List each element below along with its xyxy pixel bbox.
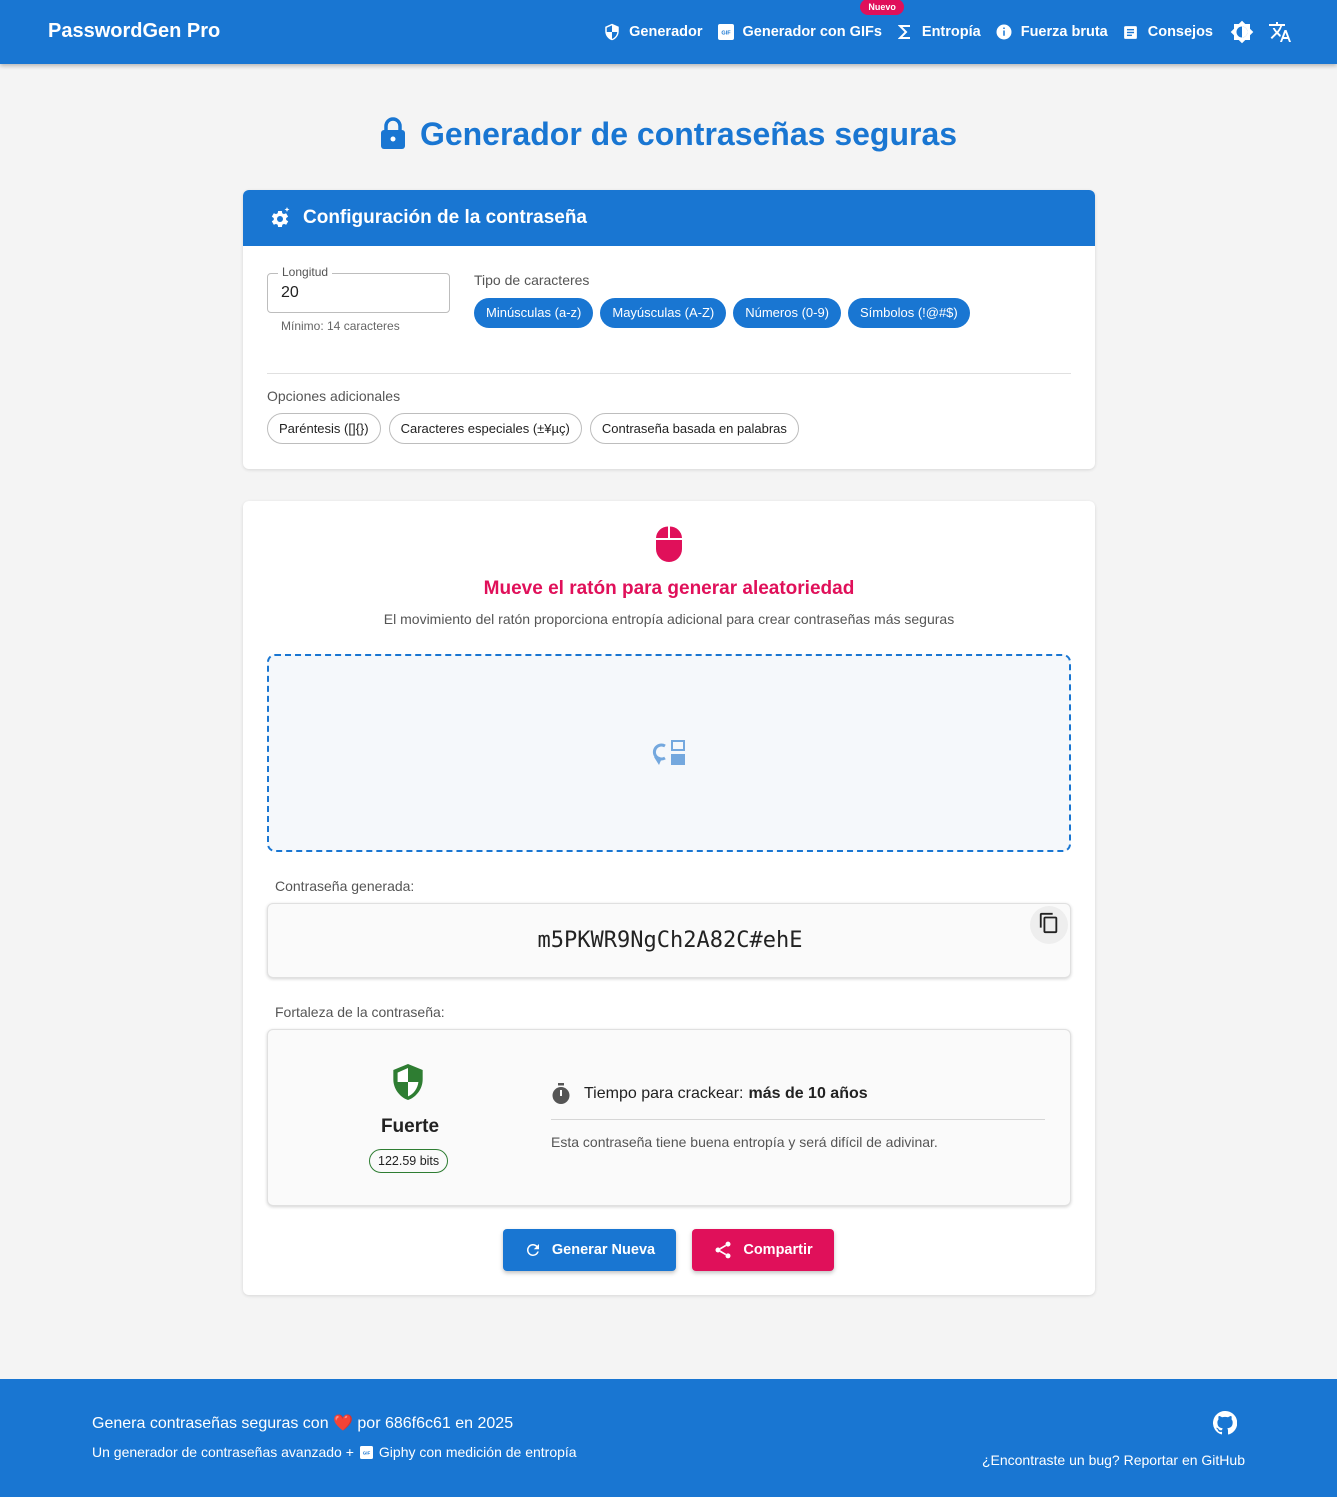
crack-time-row: Tiempo para crackear: más de 10 años [551,1083,868,1105]
config-card-header: Configuración de la contraseña [243,190,1095,246]
page-title-text: Generador de contraseñas seguras [419,116,958,152]
nav-label: Generador con GIFs [742,24,882,40]
new-badge: Nuevo [860,0,904,15]
length-value[interactable]: 20 [281,284,299,302]
nav-item-consejos[interactable]: Consejos [1122,23,1213,41]
gif-icon: GIF [717,23,735,41]
info-icon [995,23,1013,41]
strength-description: Esta contraseña tiene buena entropía y s… [551,1134,938,1150]
nav-label: Fuerza bruta [1020,24,1108,40]
footer-desc-suffix: Giphy con medición de entropía [378,1444,577,1460]
settings-sparkle-icon [267,206,291,230]
chip-special-chars[interactable]: Caracteres especiales (±¥µç) [388,413,582,444]
entropy-title: Mueve el ratón para generar aleatoriedad [483,578,855,599]
password-box: m5PKWR9NgCh2A82C#ehE [267,903,1071,978]
share-button[interactable]: Compartir [692,1229,834,1271]
nav-label: Consejos [1147,24,1213,40]
chip-numbers[interactable]: Números (0-9) [733,298,842,328]
sigma-icon [896,23,914,41]
entropy-subtitle: El movimiento del ratón proporciona entr… [383,611,955,627]
entropy-bits-badge: 122.59 bits [369,1149,449,1173]
refresh-icon [524,1241,542,1259]
nav-label: Generador [629,24,703,40]
share-label: Compartir [743,1242,813,1258]
footer-credit: Genera contraseñas seguras con ❤️ por 68… [92,1415,514,1432]
footer-desc-prefix: Un generador de contraseñas avanzado + [92,1444,354,1460]
nav-item-fuerza-bruta[interactable]: Fuerza bruta [995,23,1108,41]
main-nav: Generador GIF Generador con GIFs Nuevo E… [589,0,1293,64]
nav-label: Entropía [921,24,981,40]
copy-button[interactable] [1030,906,1068,944]
brightness-icon[interactable] [1229,19,1255,45]
mouse-entropy-area[interactable] [267,654,1071,852]
mouse-move-icon [651,738,687,773]
generated-password[interactable]: m5PKWR9NgCh2A82C#ehE [268,928,1072,953]
generator-card: Mueve el ratón para generar aleatoriedad… [243,501,1095,1295]
length-helper-text: Mínimo: 14 caracteres [281,319,400,333]
divider [267,373,1071,374]
crack-time-value: más de 10 años [748,1085,868,1102]
copy-icon [1038,912,1060,939]
additional-options-label: Opciones adicionales [267,388,401,404]
chip-word-based[interactable]: Contraseña basada en palabras [589,413,799,444]
app-bar: PasswordGen Pro Generador GIF Generador … [0,0,1337,64]
translate-icon[interactable] [1267,19,1293,45]
strength-level: Fuerte [380,1116,440,1137]
nav-item-generador-gifs[interactable]: GIF Generador con GIFs Nuevo [717,0,904,41]
strength-label: Fortaleza de la contraseña: [275,1004,445,1020]
shield-icon [603,23,621,41]
page-title: Generador de contraseñas seguras [0,116,1337,157]
divider [551,1119,1045,1120]
chip-lowercase[interactable]: Minúsculas (a-z) [474,298,594,328]
crack-time-label: Tiempo para crackear: [584,1085,744,1102]
nav-item-entropia[interactable]: Entropía [896,23,981,41]
length-label: Longitud [278,265,333,279]
strength-box: Fuerte 122.59 bits Tiempo para crackear:… [267,1029,1071,1206]
config-card: Configuración de la contraseña Longitud … [243,190,1095,469]
generate-new-label: Generar Nueva [551,1242,656,1258]
generate-new-button[interactable]: Generar Nueva [503,1229,676,1271]
brand-title[interactable]: PasswordGen Pro [48,20,220,43]
article-icon [1122,23,1140,41]
share-icon [713,1240,733,1260]
gif-icon: GIF [359,1445,373,1459]
lock-icon [380,117,406,157]
timer-icon [551,1083,571,1105]
chip-symbols[interactable]: Símbolos (!@#$) [848,298,970,328]
github-icon[interactable] [1212,1410,1238,1440]
char-type-chips: Minúsculas (a-z) Mayúsculas (A-Z) Número… [474,298,977,328]
report-bug-link[interactable]: ¿Encontraste un bug? Reportar en GitHub [982,1452,1245,1468]
svg-text:GIF: GIF [721,31,731,37]
char-type-label: Tipo de caracteres [474,272,590,288]
nav-item-generador[interactable]: Generador [603,23,703,41]
config-card-title: Configuración de la contraseña [303,207,587,228]
svg-text:GIF: GIF [363,1450,371,1455]
additional-option-chips: Paréntesis ([]{}) Caracteres especiales … [267,413,807,444]
footer-description: Un generador de contraseñas avanzado + G… [92,1444,577,1460]
length-input[interactable]: Longitud 20 [267,265,450,313]
password-label: Contraseña generada: [275,878,415,894]
footer: Genera contraseñas seguras con ❤️ por 68… [0,1379,1337,1497]
shield-strong-icon [392,1064,424,1105]
mouse-icon [653,525,685,570]
chip-uppercase[interactable]: Mayúsculas (A-Z) [600,298,727,328]
chip-brackets[interactable]: Paréntesis ([]{}) [267,413,381,444]
